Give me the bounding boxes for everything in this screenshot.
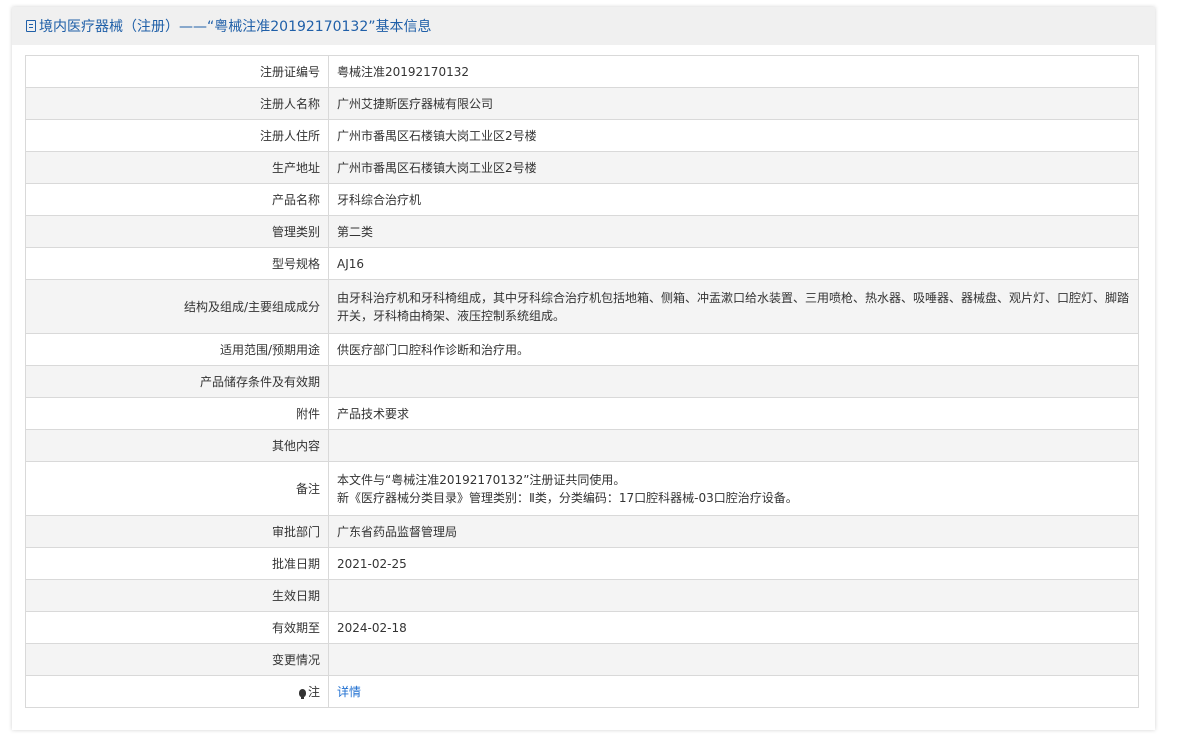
- row-value: [328, 429, 1139, 462]
- row-value: 牙科综合治疗机: [328, 183, 1139, 216]
- table-row: 注 详情: [25, 675, 1139, 708]
- row-label: 生产地址: [25, 151, 329, 184]
- row-value: 本文件与“粤械注准20192170132”注册证共同使用。 新《医疗器械分类目录…: [328, 461, 1139, 516]
- table-row: 生效日期: [25, 579, 1139, 612]
- table-row: 附件 产品技术要求: [25, 397, 1139, 430]
- table-row: 结构及组成/主要组成成分 由牙科治疗机和牙科椅组成，其中牙科综合治疗机包括地箱、…: [25, 279, 1139, 334]
- table-row: 变更情况: [25, 643, 1139, 676]
- row-value: 供医疗部门口腔科作诊断和治疗用。: [328, 333, 1139, 366]
- row-label: 管理类别: [25, 215, 329, 248]
- table-row: 注册证编号 粤械注准20192170132: [25, 55, 1139, 88]
- document-icon: [26, 20, 36, 32]
- row-label: 注册人住所: [25, 119, 329, 152]
- row-label: 有效期至: [25, 611, 329, 644]
- row-value: 广州市番禺区石楼镇大岗工业区2号楼: [328, 119, 1139, 152]
- page-title: 境内医疗器械（注册）——“粤械注准20192170132”基本信息: [39, 19, 432, 35]
- lightbulb-icon: [298, 688, 306, 699]
- remark-line: 本文件与“粤械注准20192170132”注册证共同使用。: [337, 472, 626, 487]
- row-value: 广州艾捷斯医疗器械有限公司: [328, 87, 1139, 120]
- table-row: 注册人名称 广州艾捷斯医疗器械有限公司: [25, 87, 1139, 120]
- note-label: 注: [307, 684, 320, 699]
- table-row: 其他内容: [25, 429, 1139, 462]
- row-label: 注册证编号: [25, 55, 329, 88]
- info-panel: 境内医疗器械（注册）——“粤械注准20192170132”基本信息 注册证编号 …: [12, 7, 1155, 730]
- row-value: AJ16: [328, 247, 1139, 280]
- row-label: 产品储存条件及有效期: [25, 365, 329, 398]
- table-row: 备注 本文件与“粤械注准20192170132”注册证共同使用。 新《医疗器械分…: [25, 461, 1139, 516]
- table-row: 审批部门 广东省药品监督管理局: [25, 515, 1139, 548]
- row-label: 结构及组成/主要组成成分: [25, 279, 329, 334]
- row-label: 生效日期: [25, 579, 329, 612]
- table-row: 产品名称 牙科综合治疗机: [25, 183, 1139, 216]
- table-row: 批准日期 2021-02-25: [25, 547, 1139, 580]
- details-link[interactable]: 详情: [337, 685, 361, 699]
- table-row: 有效期至 2024-02-18: [25, 611, 1139, 644]
- remark-line: 新《医疗器械分类目录》管理类别：Ⅱ类，分类编码：17口腔科器械-03口腔治疗设备…: [337, 490, 798, 505]
- row-value: 2024-02-18: [328, 611, 1139, 644]
- table-row: 注册人住所 广州市番禺区石楼镇大岗工业区2号楼: [25, 119, 1139, 152]
- row-label: 产品名称: [25, 183, 329, 216]
- row-label: 注: [25, 675, 329, 708]
- row-value: 2021-02-25: [328, 547, 1139, 580]
- row-value: 第二类: [328, 215, 1139, 248]
- info-table: 注册证编号 粤械注准20192170132 注册人名称 广州艾捷斯医疗器械有限公…: [25, 55, 1139, 708]
- table-row: 产品储存条件及有效期: [25, 365, 1139, 398]
- row-value: 粤械注准20192170132: [328, 55, 1139, 88]
- row-value: 广东省药品监督管理局: [328, 515, 1139, 548]
- row-value: 详情: [328, 675, 1139, 708]
- row-value: 产品技术要求: [328, 397, 1139, 430]
- row-label: 备注: [25, 461, 329, 516]
- row-value: [328, 643, 1139, 676]
- row-label: 批准日期: [25, 547, 329, 580]
- row-label: 附件: [25, 397, 329, 430]
- row-label: 其他内容: [25, 429, 329, 462]
- row-value: 由牙科治疗机和牙科椅组成，其中牙科综合治疗机包括地箱、侧箱、冲盂漱口给水装置、三…: [328, 279, 1139, 334]
- row-value: [328, 365, 1139, 398]
- row-label: 适用范围/预期用途: [25, 333, 329, 366]
- table-row: 生产地址 广州市番禺区石楼镇大岗工业区2号楼: [25, 151, 1139, 184]
- table-row: 管理类别 第二类: [25, 215, 1139, 248]
- table-row: 适用范围/预期用途 供医疗部门口腔科作诊断和治疗用。: [25, 333, 1139, 366]
- row-label: 变更情况: [25, 643, 329, 676]
- row-value: 广州市番禺区石楼镇大岗工业区2号楼: [328, 151, 1139, 184]
- row-label: 注册人名称: [25, 87, 329, 120]
- row-value: [328, 579, 1139, 612]
- row-label: 审批部门: [25, 515, 329, 548]
- table-row: 型号规格 AJ16: [25, 247, 1139, 280]
- panel-header: 境内医疗器械（注册）——“粤械注准20192170132”基本信息: [12, 7, 1155, 45]
- row-label: 型号规格: [25, 247, 329, 280]
